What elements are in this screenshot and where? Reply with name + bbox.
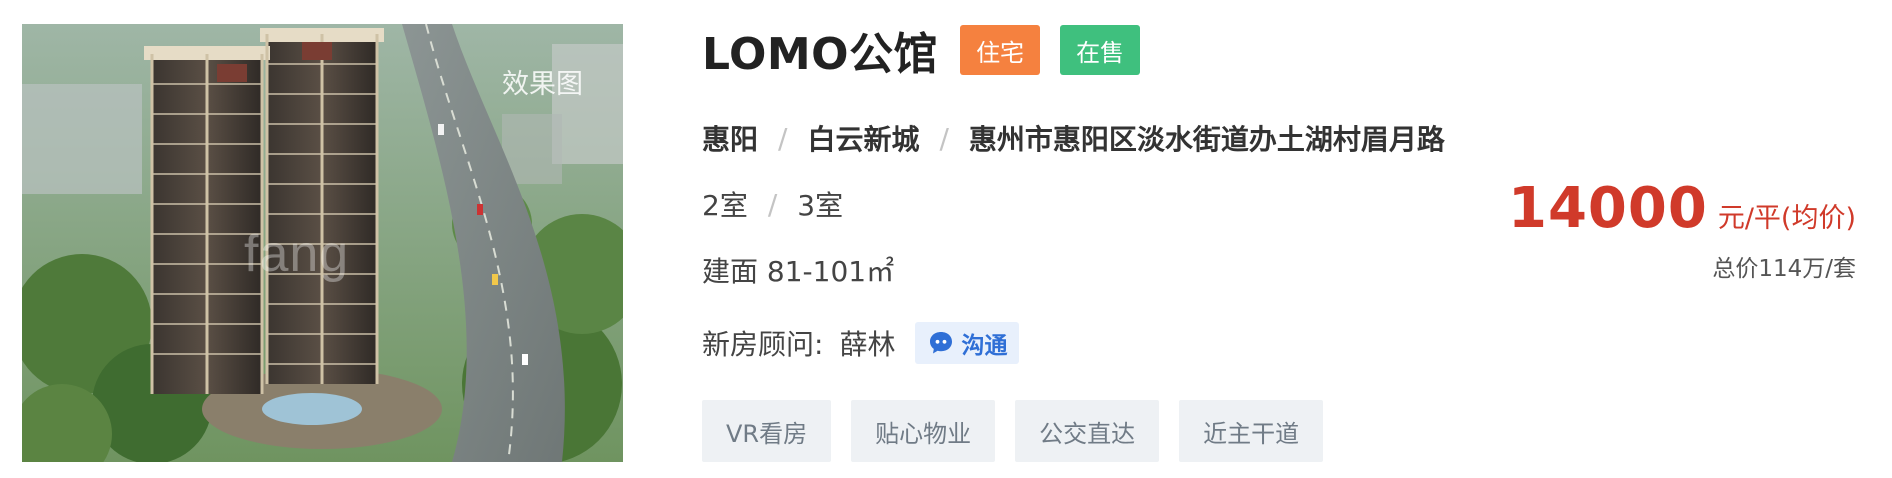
room-types: 2室 / 3室 [702,184,843,224]
chat-button[interactable]: 沟通 [915,322,1020,364]
feature-tags: VR看房 贴心物业 公交直达 近主干道 [702,400,1343,462]
separator: / [939,121,949,155]
separator: / [778,121,788,155]
property-image[interactable]: fang 效果图 [22,24,623,462]
title-row: LOMO公馆 住宅 在售 [702,22,1141,80]
floor-area: 建面 81-101㎡ [702,255,895,288]
price-value: 14000 [1508,176,1708,241]
price-block: 14000 元/平(均价) 总价114万/套 [1508,176,1856,283]
chat-bubble-icon [930,332,953,354]
chat-button-label: 沟通 [961,333,1008,359]
consultant-name: 薛林 [839,328,896,361]
image-type-label: 效果图 [502,69,583,100]
separator: / [767,187,778,221]
location-address[interactable]: 惠州市惠阳区淡水街道办土湖村眉月路 [969,118,1445,158]
sale-status-badge: 在售 [1060,25,1141,75]
image-watermark: fang [244,225,350,283]
room-type: 3室 [797,189,844,222]
location-breadcrumb: 惠阳 / 白云新城 / 惠州市惠阳区淡水街道办土湖村眉月路 [702,118,1445,158]
consultant-row: 新房顾问: 薛林 沟通 [702,322,1020,364]
consultant-label: 新房顾问: [702,328,824,361]
location-district[interactable]: 惠阳 [702,118,758,158]
location-area[interactable]: 白云新城 [807,118,919,158]
property-title[interactable]: LOMO公馆 [702,18,938,82]
average-price: 14000 元/平(均价) [1508,176,1856,241]
price-unit: 元/平(均价) [1717,203,1856,234]
property-type-badge: 住宅 [960,25,1041,75]
feature-tag: VR看房 [702,400,832,462]
feature-tag: 公交直达 [1015,400,1160,462]
listing-card[interactable]: fang 效果图 LOMO公馆 住宅 在售 惠阳 / 白云新城 / 惠州市惠阳区… [0,0,1892,478]
feature-tag: 贴心物业 [851,400,996,462]
room-type: 2室 [702,189,748,222]
total-price: 总价114万/套 [1712,256,1856,282]
feature-tag: 近主干道 [1179,400,1324,462]
